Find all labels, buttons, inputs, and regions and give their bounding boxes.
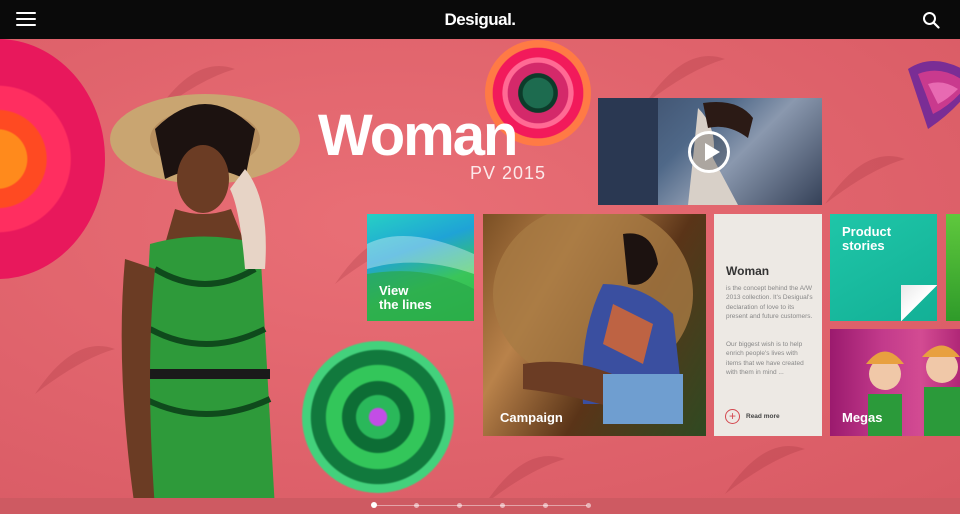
- play-icon[interactable]: [688, 131, 730, 173]
- read-more-link[interactable]: + Read more: [725, 409, 780, 424]
- page-indicator: [0, 498, 960, 514]
- pager-dot[interactable]: [586, 503, 591, 508]
- decorative-target-circle: [0, 39, 105, 279]
- model-woman-image: [110, 94, 300, 498]
- tile-heading: Woman: [726, 264, 770, 278]
- video-tile[interactable]: [598, 98, 822, 205]
- hero-area: Woman PV 2015 View the lines Campaign Wo…: [0, 39, 960, 498]
- pager-dot[interactable]: [371, 502, 377, 508]
- page-curl-graphic: [901, 285, 937, 321]
- tile-megas[interactable]: Megas: [830, 329, 960, 436]
- pager-dot[interactable]: [543, 503, 548, 508]
- top-bar: Desigual.: [0, 0, 960, 39]
- page-subtitle: PV 2015: [470, 163, 547, 183]
- tile-label-line: the lines: [379, 297, 432, 313]
- pager-track: [373, 505, 587, 506]
- tile-woman-info[interactable]: Woman is the concept behind the A/W 2013…: [714, 214, 822, 436]
- palm-leaf-pattern: [489, 456, 565, 498]
- tile-label: Campaign: [500, 410, 563, 425]
- decorative-feather: [908, 61, 960, 129]
- tile-partial[interactable]: [946, 214, 960, 321]
- tile-paragraph: is the concept behind the A/W 2013 colle…: [726, 285, 813, 321]
- pager-dot[interactable]: [457, 503, 462, 508]
- tile-label: Megas: [842, 410, 883, 425]
- tile-label-line: View: [379, 283, 409, 298]
- tile-campaign[interactable]: Campaign: [483, 214, 706, 436]
- tile-view-the-lines[interactable]: View the lines: [367, 214, 474, 321]
- pager-dot[interactable]: [414, 503, 419, 508]
- tile-label: Product stories: [842, 224, 892, 254]
- pager-dot[interactable]: [500, 503, 505, 508]
- tile-product-stories[interactable]: Product stories: [830, 214, 937, 321]
- read-more-label: Read more: [746, 413, 780, 420]
- search-icon[interactable]: [922, 11, 940, 29]
- palm-leaf-pattern: [725, 446, 805, 494]
- palm-leaf-pattern: [825, 156, 905, 204]
- tile-label-line: Product: [842, 224, 892, 239]
- campaign-image: [493, 214, 693, 424]
- plus-circle-icon: +: [725, 409, 740, 424]
- page-title: Woman: [318, 103, 518, 168]
- tile-label: View the lines: [379, 283, 432, 313]
- tile-paragraph: Our biggest wish is to help enrich peopl…: [726, 341, 804, 377]
- brand-logo[interactable]: Desigual.: [0, 10, 960, 30]
- tile-label-line: stories: [842, 238, 885, 254]
